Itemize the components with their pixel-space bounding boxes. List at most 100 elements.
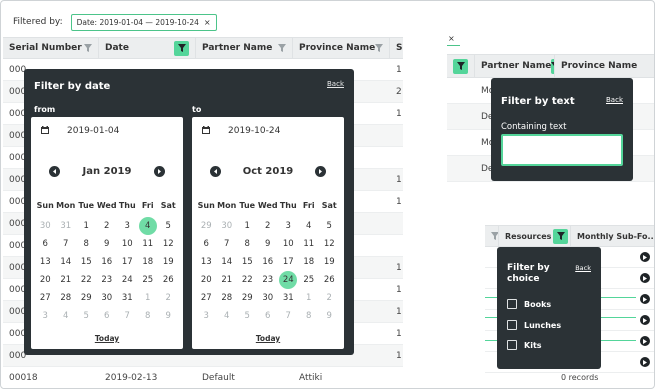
column-header-monthly-sub-fo[interactable]: Monthly Sub-Fo... bbox=[571, 226, 654, 246]
calendar-day[interactable]: 10 bbox=[278, 235, 299, 253]
calendar-day[interactable]: 5 bbox=[76, 307, 97, 325]
calendar-day[interactable]: 29 bbox=[237, 289, 258, 307]
column-header-partner-name[interactable]: Partner Name bbox=[196, 38, 293, 58]
column-header-truncated[interactable]: S bbox=[390, 38, 403, 58]
close-icon[interactable]: × bbox=[448, 34, 455, 43]
calendar-day[interactable]: 27 bbox=[35, 289, 56, 307]
filter-icon[interactable] bbox=[278, 44, 286, 52]
column-header-blank[interactable] bbox=[485, 226, 499, 246]
column-header-serial-number[interactable]: Serial Number bbox=[3, 38, 99, 58]
calendar-day[interactable]: 1 bbox=[237, 217, 258, 235]
filter-icon[interactable] bbox=[84, 44, 92, 52]
calendar-day[interactable]: 3 bbox=[117, 217, 138, 235]
back-link[interactable]: Back bbox=[575, 264, 591, 272]
from-date-input[interactable]: 2019-01-04 bbox=[31, 117, 183, 145]
column-header-blank[interactable] bbox=[447, 55, 475, 77]
to-date-input[interactable]: 2019-10-24 bbox=[192, 117, 344, 145]
calendar-day[interactable]: 1 bbox=[138, 289, 159, 307]
calendar-day[interactable]: 6 bbox=[35, 235, 56, 253]
calendar-day[interactable]: 10 bbox=[117, 235, 138, 253]
calendar-day[interactable]: 15 bbox=[237, 253, 258, 271]
calendar-day[interactable]: 20 bbox=[196, 271, 217, 289]
calendar-day[interactable]: 30 bbox=[258, 289, 279, 307]
calendar-day[interactable]: 2 bbox=[319, 289, 340, 307]
expand-arrow-icon[interactable] bbox=[640, 315, 650, 325]
calendar-day[interactable]: 9 bbox=[158, 307, 179, 325]
calendar-day[interactable]: 5 bbox=[237, 307, 258, 325]
calendar-day[interactable]: 23 bbox=[97, 271, 118, 289]
column-header-resources[interactable]: Resources bbox=[499, 226, 571, 246]
calendar-day[interactable]: 13 bbox=[196, 253, 217, 271]
calendar-day[interactable]: 31 bbox=[117, 289, 138, 307]
expand-arrow-icon[interactable] bbox=[640, 273, 650, 283]
expand-arrow-icon[interactable] bbox=[640, 252, 650, 262]
calendar-day[interactable]: 8 bbox=[299, 307, 320, 325]
calendar-day[interactable]: 28 bbox=[56, 289, 77, 307]
calendar-day[interactable]: 29 bbox=[196, 217, 217, 235]
back-link[interactable]: Back bbox=[606, 96, 623, 104]
calendar-day[interactable]: 4 bbox=[56, 307, 77, 325]
checkbox[interactable] bbox=[507, 320, 517, 330]
calendar-day[interactable]: 12 bbox=[158, 235, 179, 253]
next-month-icon[interactable] bbox=[315, 165, 326, 177]
calendar-day[interactable]: 8 bbox=[76, 235, 97, 253]
calendar-day[interactable]: 4 bbox=[299, 217, 320, 235]
selected-day[interactable]: 24 bbox=[279, 271, 298, 289]
calendar-day[interactable]: 9 bbox=[319, 307, 340, 325]
choice-option-books[interactable]: Books bbox=[507, 299, 551, 309]
calendar-day[interactable]: 16 bbox=[258, 253, 279, 271]
calendar-day[interactable]: 11 bbox=[299, 235, 320, 253]
calendar-day[interactable]: 16 bbox=[97, 253, 118, 271]
expand-arrow-icon[interactable] bbox=[640, 294, 650, 304]
close-icon[interactable]: × bbox=[204, 18, 211, 27]
calendar-day[interactable]: 1 bbox=[299, 289, 320, 307]
calendar-day[interactable]: 5 bbox=[158, 217, 179, 235]
calendar-day[interactable]: 20 bbox=[35, 271, 56, 289]
calendar-day[interactable]: 1 bbox=[76, 217, 97, 235]
calendar-day[interactable]: 7 bbox=[278, 307, 299, 325]
calendar-day[interactable]: 6 bbox=[97, 307, 118, 325]
calendar-day[interactable]: 24 bbox=[117, 271, 138, 289]
calendar-day[interactable]: 31 bbox=[56, 217, 77, 235]
calendar-day[interactable]: 6 bbox=[196, 235, 217, 253]
filter-icon[interactable] bbox=[375, 44, 384, 52]
calendar-day[interactable]: 6 bbox=[258, 307, 279, 325]
calendar-day[interactable]: 11 bbox=[138, 235, 159, 253]
calendar-day[interactable]: 5 bbox=[319, 217, 340, 235]
calendar-day[interactable]: 26 bbox=[158, 271, 179, 289]
calendar-day[interactable]: 31 bbox=[278, 289, 299, 307]
calendar-day[interactable]: 18 bbox=[299, 253, 320, 271]
calendar-day[interactable]: 4 bbox=[217, 307, 238, 325]
column-header-province-name[interactable]: Province Name bbox=[555, 55, 654, 77]
calendar-day[interactable]: 14 bbox=[56, 253, 77, 271]
calendar-day[interactable]: 19 bbox=[319, 253, 340, 271]
calendar-day[interactable]: 3 bbox=[278, 217, 299, 235]
calendar-day[interactable]: 13 bbox=[35, 253, 56, 271]
today-button[interactable]: Today bbox=[31, 334, 183, 343]
date-filter-chip[interactable]: Date: 2019-01-04 — 2019-10-24 × bbox=[70, 13, 217, 31]
choice-option-lunches[interactable]: Lunches bbox=[507, 320, 561, 330]
calendar-day[interactable]: 29 bbox=[76, 289, 97, 307]
prev-month-icon[interactable] bbox=[49, 165, 60, 177]
today-button[interactable]: Today bbox=[192, 334, 344, 343]
calendar-day[interactable]: 22 bbox=[76, 271, 97, 289]
calendar-day[interactable]: 18 bbox=[138, 253, 159, 271]
choice-option-kits[interactable]: Kits bbox=[507, 340, 542, 350]
calendar-day[interactable]: 30 bbox=[97, 289, 118, 307]
calendar-day[interactable]: 17 bbox=[278, 253, 299, 271]
filter-icon[interactable] bbox=[553, 228, 568, 244]
calendar-day[interactable]: 25 bbox=[138, 271, 159, 289]
back-link[interactable]: Back bbox=[327, 80, 344, 88]
filter-icon[interactable] bbox=[174, 40, 189, 56]
expand-arrow-icon[interactable] bbox=[640, 336, 650, 346]
calendar-day[interactable]: 3 bbox=[35, 307, 56, 325]
checkbox[interactable] bbox=[507, 340, 517, 350]
filter-icon[interactable] bbox=[453, 58, 468, 74]
calendar-day[interactable]: 21 bbox=[56, 271, 77, 289]
column-header-province-name[interactable]: Province Name bbox=[293, 38, 390, 58]
calendar-day[interactable]: 27 bbox=[196, 289, 217, 307]
prev-month-icon[interactable] bbox=[210, 165, 221, 177]
calendar-day[interactable]: 2 bbox=[97, 217, 118, 235]
calendar-day[interactable]: 14 bbox=[217, 253, 238, 271]
calendar-day[interactable]: 22 bbox=[237, 271, 258, 289]
